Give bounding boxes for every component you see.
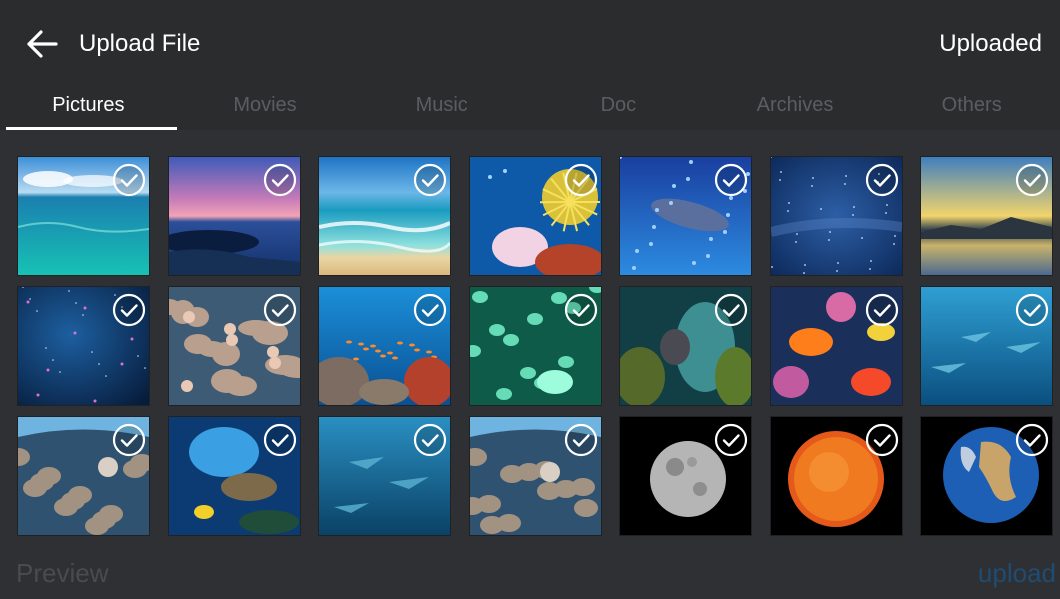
picture-thumbnail-ocean-horizon[interactable] (18, 157, 149, 275)
checkmark-circle-icon[interactable] (564, 163, 598, 197)
picture-thumbnail-sea-turtle[interactable] (168, 417, 300, 535)
checkmark-circle-icon[interactable] (413, 293, 447, 327)
picture-thumbnail-sharks-blue[interactable] (921, 287, 1052, 405)
picture-thumbnail-reef-fish-school[interactable] (319, 287, 450, 405)
tab-music[interactable]: Music (353, 86, 530, 130)
picture-thumbnail-aquarium-fish[interactable] (770, 287, 902, 405)
checkmark-circle-icon[interactable] (263, 423, 297, 457)
category-tabs: Pictures Movies Music Doc Archives Other… (0, 86, 1060, 130)
picture-thumbnail-moon[interactable] (620, 417, 751, 535)
picture-thumbnail-sunset-sea[interactable] (168, 157, 300, 275)
picture-thumbnail-reef-fisheye[interactable] (18, 417, 149, 535)
checkmark-circle-icon[interactable] (1015, 293, 1049, 327)
checkmark-circle-icon[interactable] (865, 163, 899, 197)
checkmark-circle-icon[interactable] (1015, 423, 1049, 457)
checkmark-circle-icon[interactable] (112, 163, 146, 197)
checkmark-circle-icon[interactable] (1015, 163, 1049, 197)
picture-thumbnail-beach-waves[interactable] (319, 157, 450, 275)
checkmark-circle-icon[interactable] (564, 423, 598, 457)
picture-thumbnail-reef-rocks[interactable] (168, 287, 300, 405)
checkmark-circle-icon[interactable] (413, 423, 447, 457)
checkmark-circle-icon[interactable] (413, 163, 447, 197)
checkmark-circle-icon[interactable] (714, 423, 748, 457)
app-header: Upload File Uploaded (0, 0, 1060, 86)
checkmark-circle-icon[interactable] (564, 293, 598, 327)
picture-thumbnail-whale-shark[interactable] (620, 157, 751, 275)
checkmark-circle-icon[interactable] (263, 293, 297, 327)
upload-button[interactable]: upload (978, 558, 1056, 589)
arrow-left-icon (27, 30, 58, 58)
checkmark-circle-icon[interactable] (714, 163, 748, 197)
picture-grid (18, 157, 1052, 535)
checkmark-circle-icon[interactable] (263, 163, 297, 197)
checkmark-circle-icon[interactable] (112, 293, 146, 327)
page-title: Upload File (79, 30, 201, 57)
picture-thumbnail-coral-reef-yellow[interactable] (469, 157, 601, 275)
picture-thumbnail-sun[interactable] (770, 417, 902, 535)
picture-thumbnail-night-sky[interactable] (770, 157, 902, 275)
preview-button[interactable]: Preview (16, 558, 108, 589)
back-button[interactable] (22, 24, 62, 64)
tab-archives[interactable]: Archives (707, 86, 884, 130)
tab-pictures[interactable]: Pictures (0, 86, 177, 130)
picture-thumbnail-grouper-cave[interactable] (620, 287, 751, 405)
picture-thumbnail-lake-reflection[interactable] (921, 157, 1052, 275)
tab-movies[interactable]: Movies (177, 86, 354, 130)
checkmark-circle-icon[interactable] (865, 423, 899, 457)
tab-others[interactable]: Others (883, 86, 1060, 130)
checkmark-circle-icon[interactable] (865, 293, 899, 327)
checkmark-circle-icon[interactable] (714, 293, 748, 327)
picture-thumbnail-deep-space[interactable] (18, 287, 149, 405)
footer-bar: Preview upload (0, 548, 1060, 599)
tab-doc[interactable]: Doc (530, 86, 707, 130)
picture-thumbnail-sharks-deep[interactable] (319, 417, 450, 535)
uploaded-button[interactable]: Uploaded (939, 30, 1042, 58)
checkmark-circle-icon[interactable] (112, 423, 146, 457)
picture-thumbnail-jellyfish[interactable] (469, 287, 601, 405)
picture-thumbnail-reef-fisheye-2[interactable] (469, 417, 601, 535)
picture-thumbnail-earth[interactable] (921, 417, 1052, 535)
